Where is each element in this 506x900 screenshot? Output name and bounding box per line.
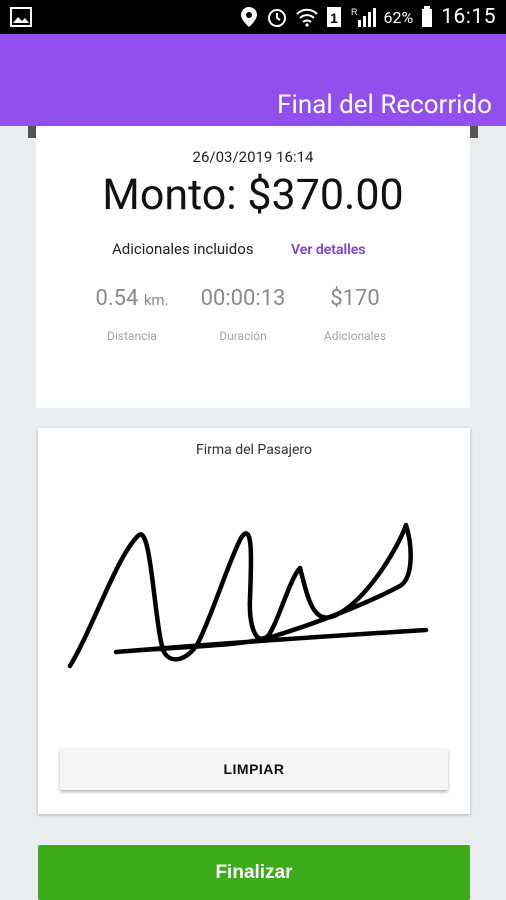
receipt-torn-edge [36, 392, 470, 408]
signature-pad[interactable] [38, 468, 470, 758]
location-icon [240, 7, 257, 27]
distance-label: Distancia [107, 329, 157, 343]
distance-metric: 0.54 km. Distancia [72, 286, 192, 343]
wifi-icon [295, 8, 318, 27]
extras-metric-label: Adicionales [323, 329, 387, 343]
alarm-icon [267, 9, 286, 27]
extras-label: Adicionales incluidos [112, 240, 254, 258]
extras-metric: $170 Adicionales [295, 286, 415, 343]
clear-signature-button[interactable]: LIMPIAR [60, 748, 448, 790]
battery-icon [422, 6, 433, 27]
sim-1-icon: 1 [326, 7, 341, 27]
distance-value: 0.54 [95, 286, 139, 311]
duration-metric: 00:00:13 Duración [183, 286, 303, 343]
status-time: 16:15 [441, 5, 496, 29]
battery-percentage: 62% [383, 7, 414, 27]
signature-label: Firma del Pasajero [195, 442, 313, 458]
finish-button[interactable]: Finalizar [38, 845, 470, 900]
view-details-link[interactable]: Ver detalles [291, 242, 365, 258]
svg-text:1: 1 [330, 10, 338, 26]
svg-text:R: R [351, 7, 358, 17]
signature-card: Firma del Pasajero LIMPIAR [38, 428, 470, 814]
image-icon [10, 7, 32, 27]
app-bar: Final del Recorrido [0, 34, 506, 126]
distance-unit: km. [143, 291, 169, 309]
extras-value: $170 [330, 286, 380, 311]
signal-icon: R [351, 7, 376, 27]
duration-value: 00:00:13 [200, 286, 286, 311]
trip-datetime: 26/03/2019 16:14 [192, 148, 314, 166]
fare-amount: Monto: $370.00 [102, 170, 404, 220]
status-bar: 1 R 62% 16:15 [0, 0, 506, 34]
signature-stroke [67, 522, 429, 669]
duration-label: Duración [219, 329, 267, 343]
fare-receipt: 26/03/2019 16:14 Monto: $370.00 Adiciona… [36, 126, 470, 408]
page-title: Final del Recorrido [277, 90, 492, 120]
